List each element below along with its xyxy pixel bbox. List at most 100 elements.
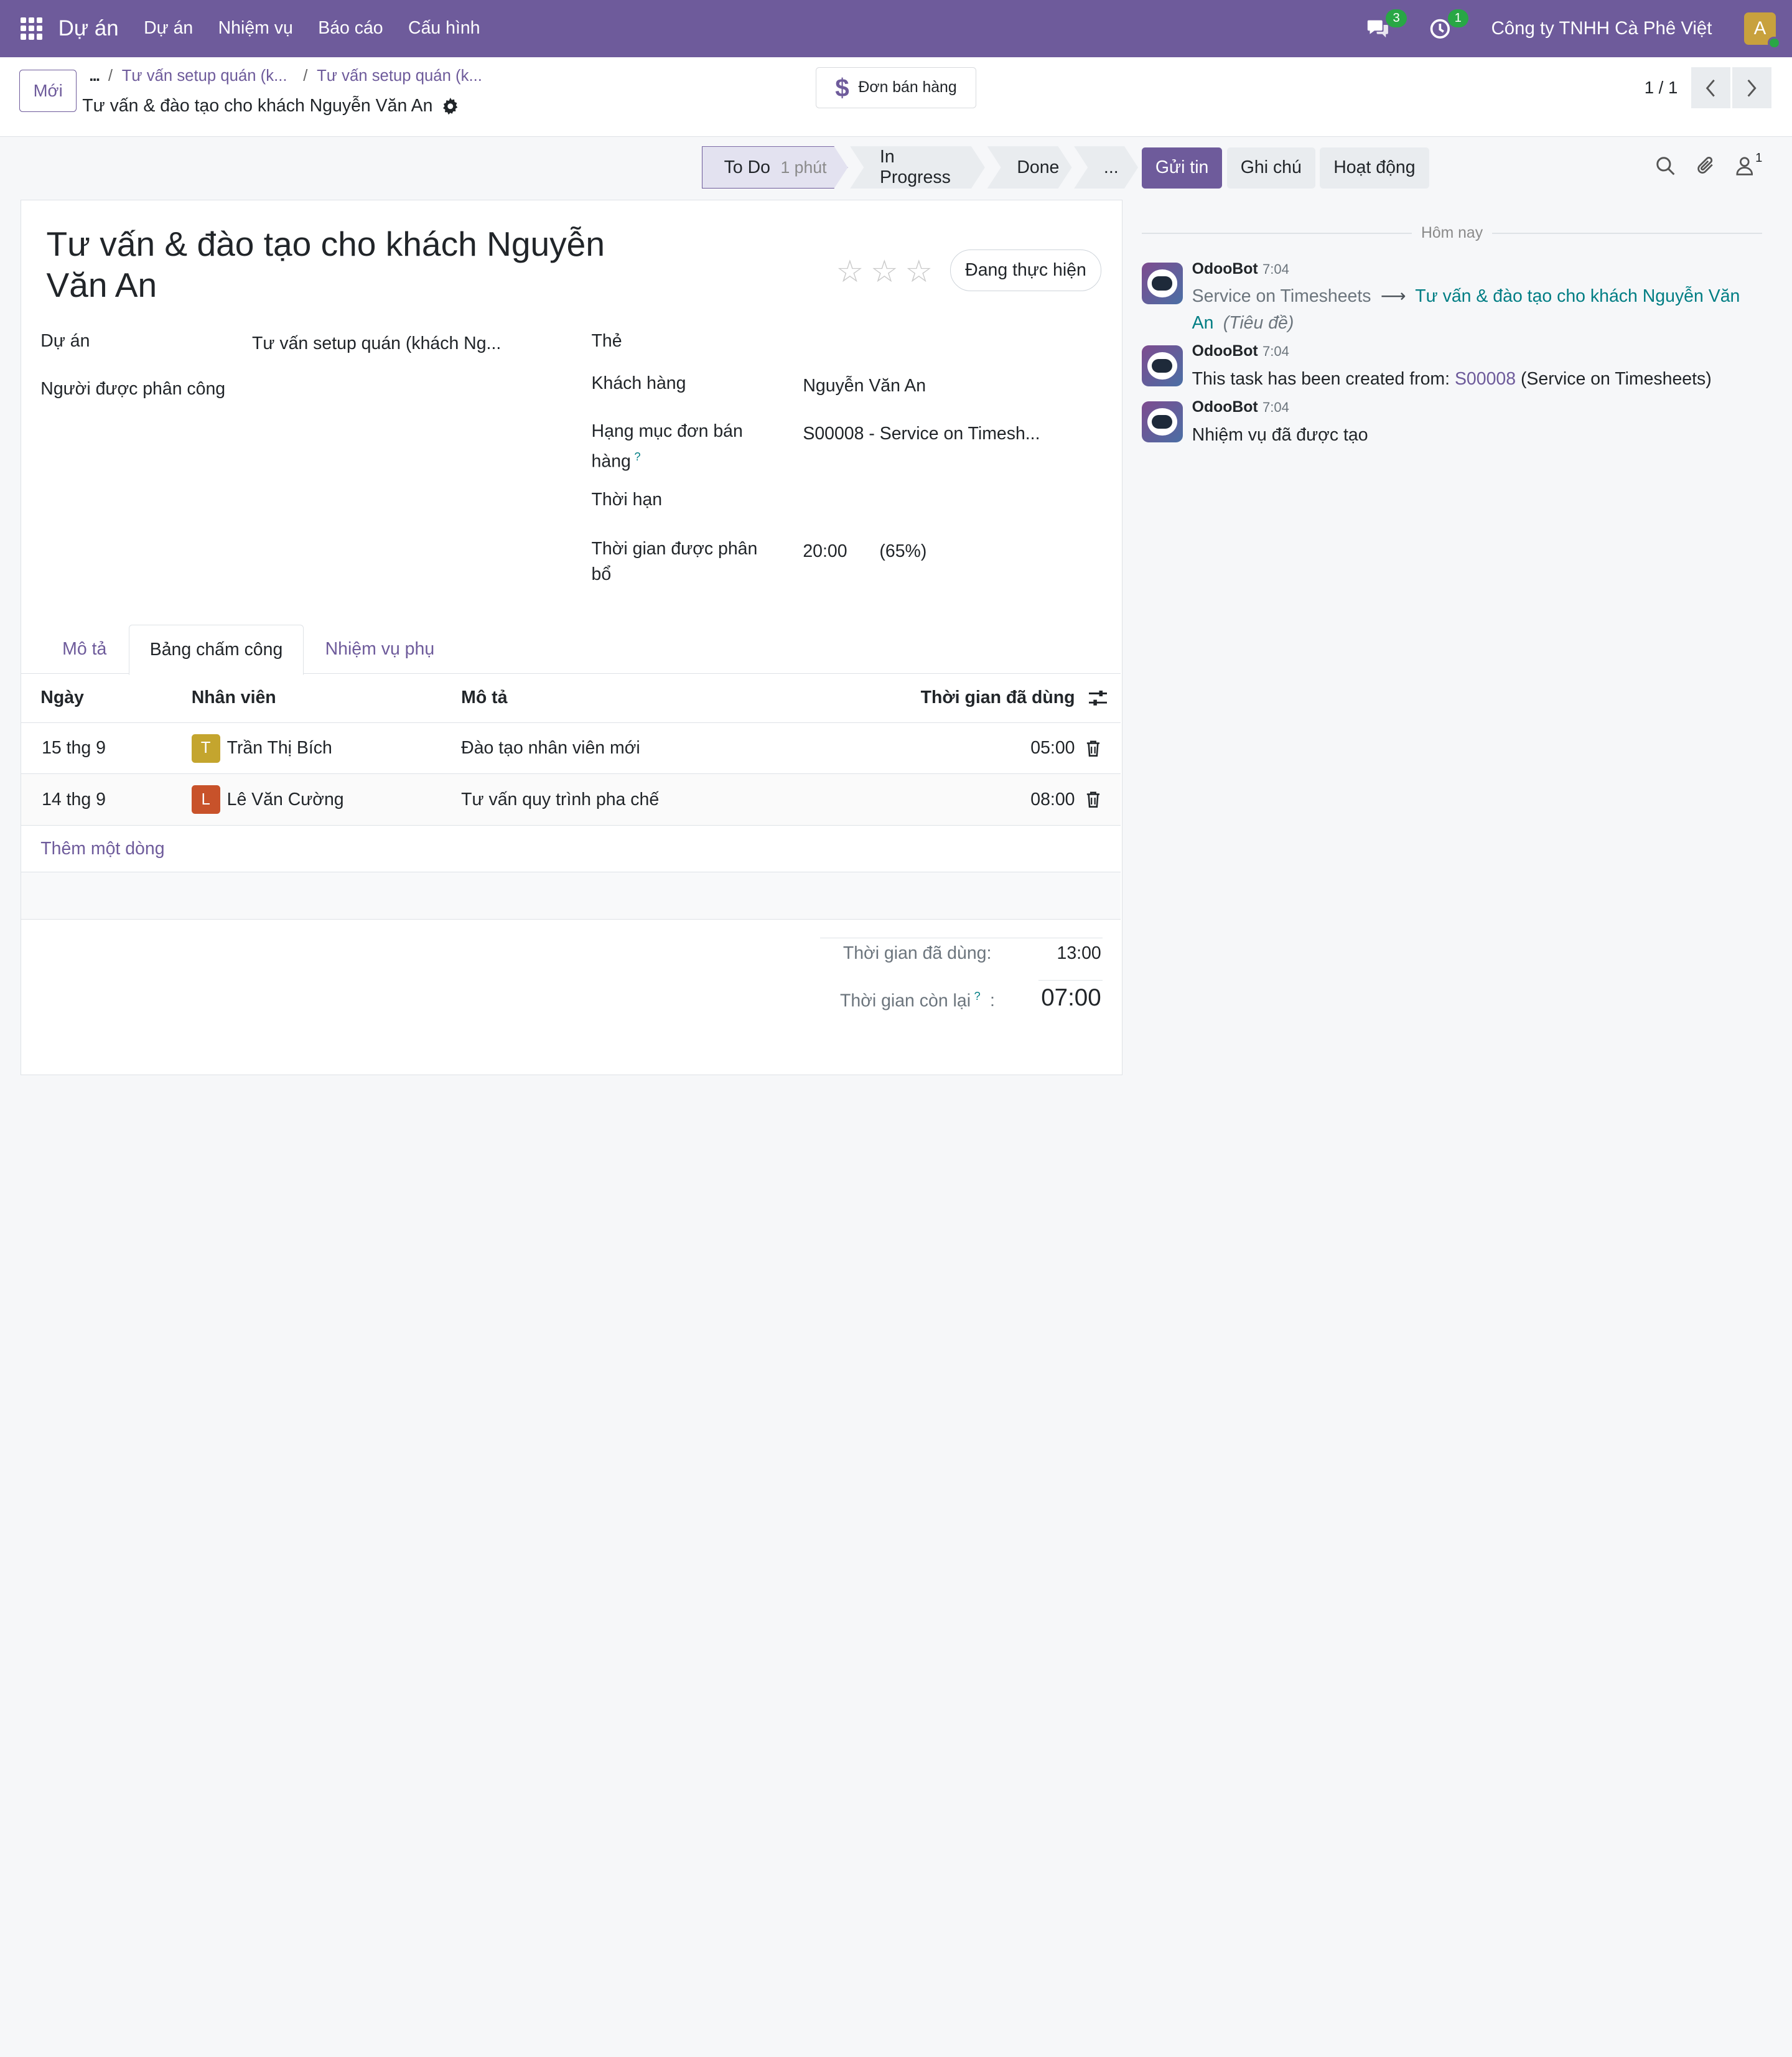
chatter-message: OdooBot 7:04 Nhiệm vụ đã được tạo [1141,399,1765,451]
table-header: Ngày Nhân viên Mô tả Thời gian đã dùng [21,674,1121,723]
app-brand[interactable]: Dự án [58,16,119,41]
record-title-text: Tư vấn & đào tạo cho khách Nguyễn Văn An [82,96,433,116]
table-row[interactable]: 15 thg 9 T Trần Thị Bích Đào tạo nhân vi… [21,723,1121,775]
odoobot-avatar[interactable] [1141,345,1183,386]
star-icon[interactable]: ☆ [905,253,933,289]
delete-row-button[interactable] [1084,723,1102,774]
gear-icon[interactable] [442,97,459,115]
record-title: Tư vấn & đào tạo cho khách Nguyễn Văn An [82,96,459,116]
row-date[interactable]: 15 thg 9 [42,723,106,774]
form-sheet: Tư vấn & đào tạo cho khách Nguyễn Văn An… [21,200,1122,1076]
author-name[interactable]: OdooBot [1192,261,1258,278]
tracking-field-name: (Tiêu đề) [1223,312,1294,333]
messages-systray[interactable]: 3 [1363,9,1407,44]
row-time-spent[interactable]: 08:00 [1030,774,1075,825]
column-header-time-spent[interactable]: Thời gian đã dùng [921,674,1075,722]
message-text: This task has been created from: [1192,368,1450,389]
row-description[interactable]: Đào tạo nhân viên mới [461,723,640,774]
row-employee[interactable]: L Lê Văn Cường [191,774,344,825]
control-panel: Mới ... / Tư vấn setup quán (k... / Tư v… [0,57,1792,138]
stage-more[interactable]: ... [1074,146,1138,189]
customer-label: Khách hàng [591,373,686,394]
employee-name: Trần Thị Bích [226,738,332,758]
menu-item-reporting[interactable]: Báo cáo [318,18,383,39]
menu-item-tasks[interactable]: Nhiệm vụ [218,18,293,39]
tab-subtasks[interactable]: Nhiệm vụ phụ [305,625,455,674]
search-icon[interactable] [1656,156,1675,175]
sale-order-smart-button[interactable]: $ Đơn bán hàng [816,67,976,109]
priority-widget: ☆ ☆ ☆ [836,253,933,289]
column-header-description[interactable]: Mô tả [461,674,507,722]
help-tooltip-icon[interactable]: ? [634,450,640,463]
row-employee[interactable]: T Trần Thị Bích [191,723,332,774]
message-body: This task has been created from: S00008 … [1192,366,1763,392]
row-time-spent[interactable]: 05:00 [1030,723,1075,774]
deadline-field[interactable] [803,487,1100,512]
pager-next-button[interactable] [1732,67,1771,109]
star-icon[interactable]: ☆ [870,253,898,289]
task-state-button[interactable]: Đang thực hiện [950,250,1101,291]
schedule-activity-button[interactable]: Hoạt động [1320,147,1429,189]
row-date[interactable]: 14 thg 9 [42,774,106,825]
odoobot-avatar[interactable] [1141,263,1183,304]
paperclip-icon[interactable] [1696,156,1715,176]
stage-in-progress[interactable]: In Progress [850,146,985,189]
add-line-link[interactable]: Thêm một dòng [40,826,164,872]
column-header-employee[interactable]: Nhân viên [192,674,276,722]
author-name[interactable]: OdooBot [1192,399,1258,416]
so-item-label-line2: hàng [591,451,631,472]
trash-icon [1086,791,1099,808]
breadcrumb-collapsed[interactable]: ... [89,67,100,85]
date-separator: Hôm nay [1141,223,1763,243]
breadcrumb-item-project[interactable]: Tư vấn setup quán (k... [122,67,287,85]
send-message-button[interactable]: Gửi tin [1141,147,1223,189]
allocated-hours-field[interactable]: 20:00 [803,539,847,564]
tab-description[interactable]: Mô tả [42,625,127,674]
log-note-button[interactable]: Ghi chú [1226,147,1315,189]
tracking-old-value: Service on Timesheets [1192,286,1371,307]
message-time: 7:04 [1262,399,1289,415]
author-name[interactable]: OdooBot [1192,343,1258,360]
column-header-date[interactable]: Ngày [40,674,84,722]
stage-statusbar: To Do 1 phút In Progress Done ... [702,146,1141,189]
table-empty-row [21,872,1121,920]
table-row[interactable]: 14 thg 9 L Lê Văn Cường Tư vấn quy trình… [21,774,1121,826]
employee-name: Lê Văn Cường [226,789,344,809]
help-tooltip-icon[interactable]: ? [974,989,981,1002]
chevron-left-icon [1706,79,1715,97]
pager-value[interactable]: 1 / 1 [1645,78,1678,98]
timesheet-table: Ngày Nhân viên Mô tả Thời gian đã dùng 1… [21,674,1121,920]
star-icon[interactable]: ☆ [836,253,864,289]
sale-order-button-label: Đơn bán hàng [858,79,957,96]
menu-item-configuration[interactable]: Cấu hình [408,18,480,39]
so-item-field[interactable]: S00008 - Service on Timesh... [803,421,1040,446]
menu-item-projects[interactable]: Dự án [144,18,193,39]
project-field[interactable]: Tư vấn setup quán (khách Ng... [252,331,501,356]
pager-previous-button[interactable] [1691,67,1730,109]
breadcrumb-item-tasks[interactable]: Tư vấn setup quán (k... [317,67,482,85]
new-button[interactable]: Mới [19,70,77,112]
online-status-dot [1768,36,1781,49]
activities-systray[interactable]: 1 [1425,9,1468,44]
assignees-field[interactable] [252,376,561,401]
breadcrumb-separator: / [108,67,113,85]
company-switcher[interactable]: Công ty TNHH Cà Phê Việt [1491,18,1712,39]
tab-timesheets[interactable]: Bảng chấm công [128,624,304,675]
task-title-field[interactable]: Tư vấn & đào tạo cho khách Nguyễn Văn An [46,223,640,306]
apps-grid-icon[interactable] [21,17,44,40]
tags-field[interactable] [803,329,1100,353]
row-description[interactable]: Tư vấn quy trình pha chế [461,774,659,825]
stage-done[interactable]: Done [987,146,1072,189]
message-time: 7:04 [1262,261,1289,277]
customer-field[interactable]: Nguyễn Văn An [803,373,926,398]
stage-label: ... [1103,157,1119,177]
allocated-percent: (65%) [879,541,927,562]
odoobot-avatar[interactable] [1141,401,1183,442]
followers-button[interactable]: 1 [1736,151,1762,175]
top-navbar: Dự án Dự án Nhiệm vụ Báo cáo Cấu hình 3 … [0,0,1792,57]
user-avatar[interactable]: A [1743,12,1781,49]
stage-todo[interactable]: To Do 1 phút [702,146,848,189]
delete-row-button[interactable] [1084,774,1102,825]
sale-order-link[interactable]: S00008 [1455,369,1516,389]
optional-columns-toggle[interactable] [1088,674,1107,722]
